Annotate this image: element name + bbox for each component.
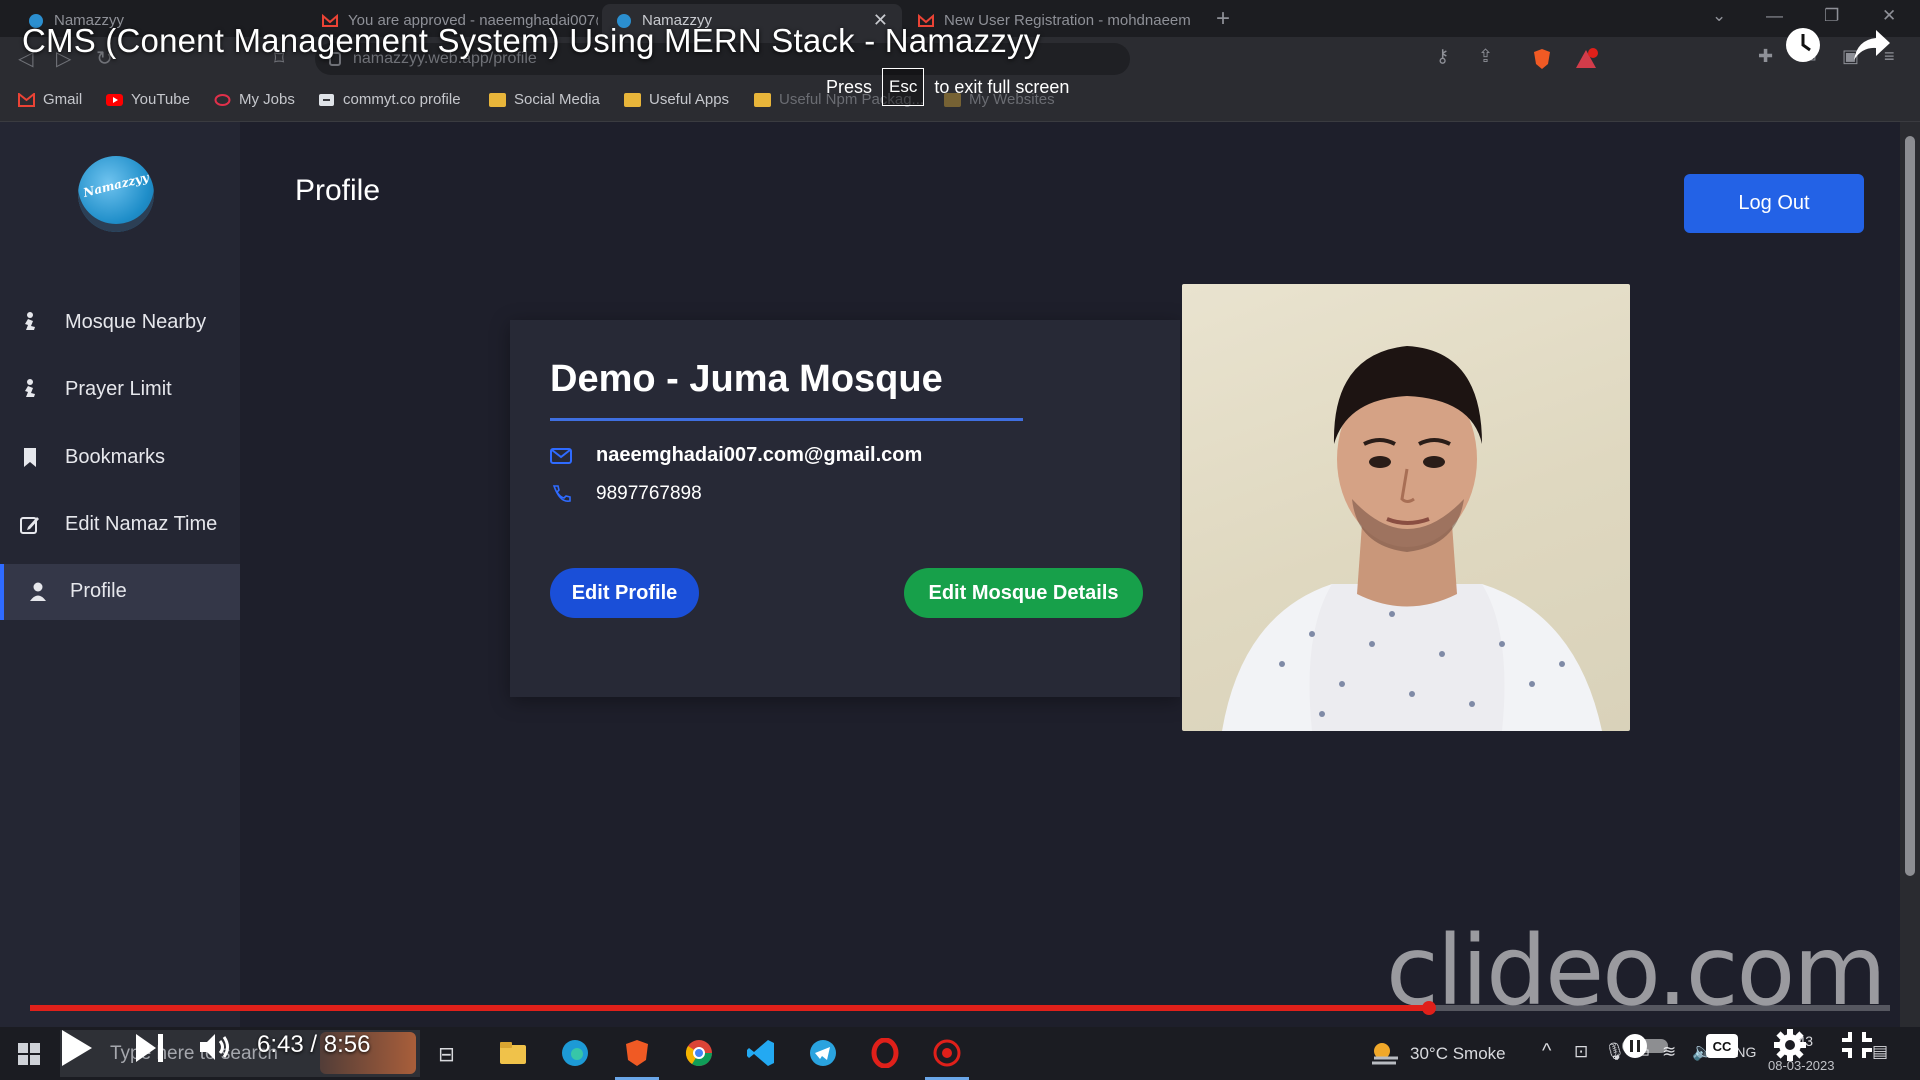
phone-row: 9897767898 — [550, 483, 702, 505]
edit-mosque-details-button[interactable]: Edit Mosque Details — [904, 568, 1143, 618]
video-title: CMS (Conent Management System) Using MER… — [22, 22, 1041, 59]
logout-button[interactable]: Log Out — [1684, 174, 1864, 233]
video-scrubber[interactable] — [1421, 1001, 1436, 1015]
extensions-icon[interactable]: ✚ — [1758, 46, 1773, 67]
ring-icon — [214, 93, 231, 106]
link-icon — [319, 93, 334, 106]
bookmark-my-jobs[interactable]: My Jobs — [214, 91, 295, 108]
person-portrait-illustration — [1222, 346, 1602, 731]
youtube-icon — [106, 93, 123, 106]
svg-text:CC: CC — [1713, 1039, 1732, 1054]
bookmark-folder-useful-apps[interactable]: Useful Apps — [624, 91, 729, 108]
mail-icon — [550, 447, 572, 464]
share-icon[interactable]: ⇪ — [1478, 46, 1493, 67]
share-video-icon[interactable] — [1852, 28, 1892, 62]
vscode-icon[interactable] — [746, 1038, 776, 1068]
next-video-icon[interactable] — [134, 1032, 166, 1064]
bookmark-folder-social-media[interactable]: Social Media — [489, 91, 600, 108]
prayer-icon — [25, 312, 35, 330]
notifications-icon[interactable]: ▤ — [1872, 1042, 1888, 1062]
nav-profile[interactable]: Profile — [0, 564, 240, 620]
title-underline — [550, 418, 1023, 421]
person-icon — [30, 582, 46, 601]
nav-prayer-limit[interactable]: Prayer Limit — [0, 362, 240, 418]
page-title: Profile — [295, 174, 381, 207]
email-row: naeemghadai007.com@gmail.com — [550, 444, 922, 467]
esc-key: Esc — [882, 68, 925, 106]
bookmark-gmail[interactable]: Gmail — [18, 91, 82, 108]
brave-shield-icon[interactable] — [1532, 48, 1552, 70]
autoplay-toggle-icon[interactable] — [1620, 1033, 1670, 1059]
file-explorer-icon[interactable] — [498, 1038, 528, 1068]
screen: Namazzyy You are approved - naeemghadai0… — [0, 0, 1920, 1080]
edit-icon — [20, 517, 39, 534]
phone-icon — [552, 485, 571, 503]
volume-icon[interactable] — [198, 1031, 232, 1063]
video-progress-bar[interactable] — [30, 1001, 1890, 1015]
video-time: 6:43 / 8:56 — [257, 1031, 371, 1058]
folder-icon — [489, 92, 506, 107]
subtitles-icon[interactable]: CC — [1704, 1032, 1740, 1060]
page-scrollbar[interactable] — [1900, 122, 1920, 1027]
chrome-browser-icon[interactable] — [684, 1038, 714, 1068]
tray-chevron-up-icon[interactable]: ^ — [1542, 1040, 1551, 1063]
brave-browser-icon[interactable] — [622, 1038, 652, 1068]
mosque-name: Demo - Juma Mosque — [550, 358, 943, 400]
profile-card: Demo - Juma Mosque naeemghadai007.com@gm… — [510, 320, 1180, 697]
bookmark-icon — [24, 448, 36, 467]
restore-icon[interactable]: ❐ — [1824, 6, 1839, 26]
folder-icon — [624, 92, 641, 107]
scrollbar-thumb[interactable] — [1905, 136, 1915, 876]
exit-fullscreen-icon[interactable] — [1840, 1030, 1874, 1060]
fullscreen-notice: Press Esc to exit full screen — [826, 68, 1069, 106]
weather-haze-icon[interactable] — [1370, 1041, 1400, 1067]
edit-profile-button[interactable]: Edit Profile — [550, 568, 699, 618]
weather-readout[interactable]: 30°C Smoke — [1410, 1044, 1506, 1064]
brave-rewards-icon[interactable] — [1574, 48, 1598, 70]
new-tab-icon[interactable]: + — [1216, 4, 1230, 34]
email-value: naeemghadai007.com@gmail.com — [596, 444, 923, 466]
tray-device-icon[interactable]: ⊡ — [1574, 1042, 1588, 1062]
sidebar: Namazzyy Mosque Nearby Prayer Limit Book… — [0, 122, 240, 1027]
telegram-icon[interactable] — [808, 1038, 838, 1068]
play-icon[interactable] — [58, 1028, 94, 1068]
gmail-icon — [18, 92, 35, 107]
prayer-icon — [25, 379, 35, 397]
video-progress-played — [30, 1005, 1429, 1011]
task-view-icon[interactable]: ⊟ — [438, 1042, 455, 1067]
namazzyy-logo[interactable]: Namazzyy — [78, 156, 154, 232]
bookmark-commyt[interactable]: commyt.co profile — [318, 91, 461, 108]
windows-start-icon[interactable] — [18, 1043, 40, 1065]
opera-icon[interactable] — [870, 1038, 900, 1068]
minimize-icon[interactable]: — — [1766, 6, 1783, 26]
key-icon[interactable]: ⚷ — [1436, 46, 1449, 67]
nav-bookmarks[interactable]: Bookmarks — [0, 430, 240, 486]
bookmark-youtube[interactable]: YouTube — [106, 91, 190, 108]
recording-app-icon[interactable] — [932, 1038, 962, 1068]
profile-photo — [1182, 284, 1630, 731]
close-window-icon[interactable]: ✕ — [1882, 6, 1896, 26]
edge-browser-icon[interactable] — [560, 1038, 590, 1068]
nav-mosque-nearby[interactable]: Mosque Nearby — [0, 295, 240, 351]
phone-value: 9897767898 — [596, 483, 702, 504]
tab-search-chevron-icon[interactable]: ⌄ — [1712, 6, 1726, 26]
folder-icon — [754, 92, 771, 107]
settings-gear-icon[interactable] — [1773, 1028, 1807, 1062]
nav-edit-namaz-time[interactable]: Edit Namaz Time — [0, 497, 240, 553]
watch-later-icon[interactable] — [1784, 26, 1822, 64]
